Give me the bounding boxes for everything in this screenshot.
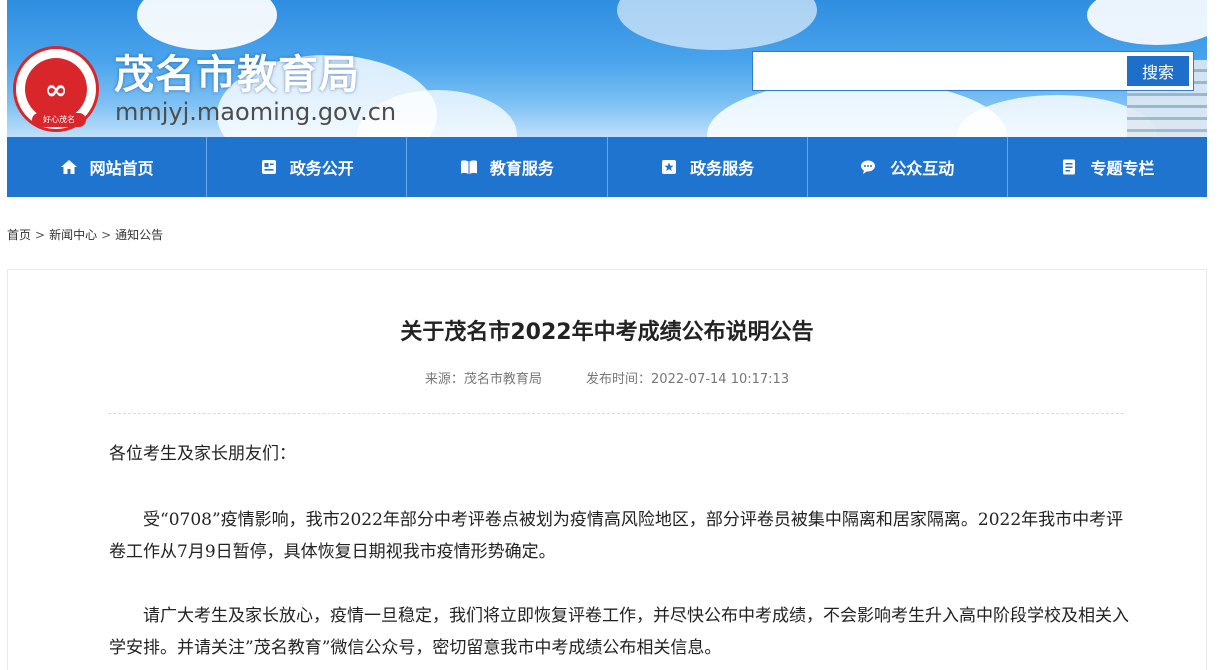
article-paragraph: 受“0708”疫情影响，我市2022年部分中考评卷点被划为疫情高风险地区，部分评… xyxy=(109,510,1124,562)
breadcrumb-news-center[interactable]: 新闻中心 xyxy=(49,226,97,243)
article-title: 关于茂名市2022年中考成绩公布说明公告 xyxy=(400,320,814,345)
nav-item-gov-affairs-open[interactable]: 政务公开 xyxy=(207,137,408,197)
nav-item-education-service[interactable]: 教育服务 xyxy=(407,137,608,197)
article-paragraph: 请广大考生及家长放心，疫情一旦稳定，我们将立即恢复评卷工作，并尽快公布中考成绩，… xyxy=(109,606,1129,658)
search-input[interactable] xyxy=(753,52,1127,90)
chat-icon xyxy=(861,160,876,174)
nav-item-label: 网站首页 xyxy=(89,159,154,178)
nav-item-label: 政务公开 xyxy=(289,159,354,178)
breadcrumb-home[interactable]: 首页 xyxy=(7,226,31,243)
document-icon xyxy=(1063,159,1076,175)
breadcrumb-notices[interactable]: 通知公告 xyxy=(115,226,163,243)
breadcrumb-separator: > xyxy=(101,227,112,242)
nav-item-label: 专题专栏 xyxy=(1090,159,1155,178)
nav-item-gov-service[interactable]: 政务服务 xyxy=(608,137,808,197)
site-logo[interactable]: ∞ 好心茂名 xyxy=(13,46,99,132)
logo-ribbon: 好心茂名 xyxy=(32,113,86,127)
article-paragraph: 各位考生及家长朋友们： xyxy=(109,444,296,464)
breadcrumb: 首页 > 新闻中心 > 通知公告 xyxy=(7,226,163,243)
article-publish-time: 发布时间：2022-07-14 10:17:13 xyxy=(586,372,790,387)
site-title[interactable]: 茂名市教育局 xyxy=(114,42,360,100)
nav-item-public-interaction[interactable]: 公众互动 xyxy=(808,137,1008,197)
id-card-icon xyxy=(261,160,276,174)
article-meta: 来源：茂名市教育局 发布时间：2022-07-14 10:17:13 xyxy=(8,368,1206,387)
header-banner: ∞ 好心茂名 茂名市教育局 mmjyj.maoming.gov.cn 搜索 xyxy=(7,0,1207,137)
cloud-decoration xyxy=(617,0,817,50)
search-box: 搜索 xyxy=(752,51,1194,91)
article-container: 关于茂名市2022年中考成绩公布说明公告 来源：茂名市教育局 发布时间：2022… xyxy=(7,269,1207,670)
divider xyxy=(108,413,1124,414)
logo-emblem: ∞ xyxy=(25,58,87,120)
cloud-decoration xyxy=(1087,0,1207,45)
nav-item-label: 教育服务 xyxy=(489,159,554,178)
main-nav: 网站首页 政务公开 教育服务 政务服务 公众互动 专题专栏 xyxy=(7,137,1207,197)
article-source: 来源：茂名市教育局 xyxy=(424,372,542,387)
book-icon xyxy=(460,160,477,174)
nav-item-special-topics[interactable]: 专题专栏 xyxy=(1008,137,1207,197)
search-button[interactable]: 搜索 xyxy=(1127,56,1189,86)
home-icon xyxy=(60,160,77,174)
star-icon xyxy=(662,160,677,174)
breadcrumb-separator: > xyxy=(35,227,46,242)
nav-item-home[interactable]: 网站首页 xyxy=(7,137,208,197)
nav-item-label: 公众互动 xyxy=(890,159,955,178)
nav-item-label: 政务服务 xyxy=(690,159,755,178)
site-domain: mmjyj.maoming.gov.cn xyxy=(115,98,397,126)
